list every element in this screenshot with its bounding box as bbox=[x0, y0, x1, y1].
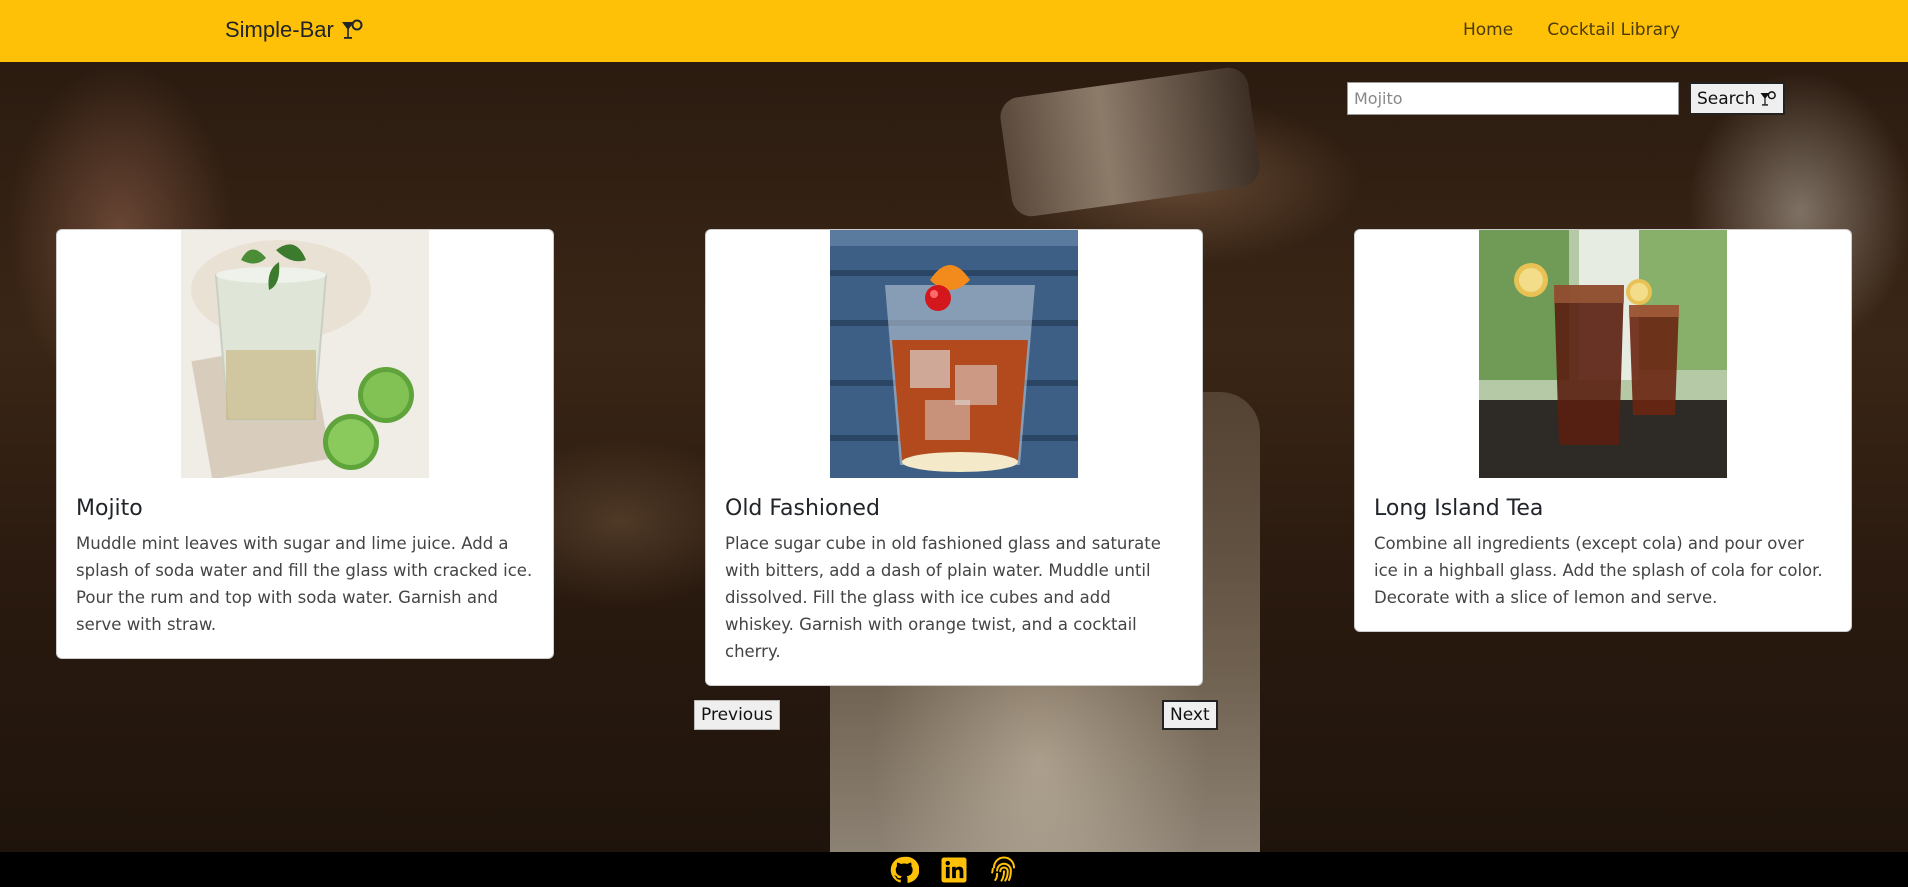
cocktail-icon bbox=[1760, 90, 1777, 106]
old-fashioned-photo bbox=[830, 230, 1078, 478]
card-text: Combine all ingredients (except cola) an… bbox=[1374, 534, 1823, 607]
long-island-tea-photo bbox=[1479, 230, 1727, 478]
linkedin-icon[interactable] bbox=[939, 855, 969, 885]
search-button[interactable]: Search bbox=[1689, 82, 1786, 115]
previous-button[interactable]: Previous bbox=[694, 700, 780, 730]
cocktail-card: Long Island Tea Combine all ingredients … bbox=[1354, 229, 1852, 632]
brand-link[interactable]: Simple-Bar bbox=[225, 17, 364, 43]
card-text: Muddle mint leaves with sugar and lime j… bbox=[76, 534, 533, 634]
brand-name: Simple-Bar bbox=[225, 17, 334, 42]
card-title: Mojito bbox=[76, 496, 143, 521]
mojito-photo bbox=[181, 230, 429, 478]
card-title: Old Fashioned bbox=[725, 496, 880, 521]
cocktail-card: Old Fashioned Place sugar cube in old fa… bbox=[705, 229, 1203, 686]
fingerprint-icon[interactable] bbox=[989, 855, 1019, 885]
github-icon[interactable] bbox=[889, 855, 919, 885]
card-title: Long Island Tea bbox=[1374, 496, 1544, 521]
background-jigger bbox=[997, 65, 1263, 219]
card-text: Place sugar cube in old fashioned glass … bbox=[725, 534, 1161, 661]
search-input[interactable] bbox=[1347, 82, 1679, 115]
search-bar: Search bbox=[1347, 82, 1786, 115]
cocktail-card: Mojito Muddle mint leaves with sugar and… bbox=[56, 229, 554, 659]
nav-link-cocktail-library[interactable]: Cocktail Library bbox=[1547, 20, 1680, 40]
nav-link-home[interactable]: Home bbox=[1463, 20, 1513, 40]
nav-links: Home Cocktail Library bbox=[1463, 20, 1680, 40]
navbar: Simple-Bar Home Cocktail Library bbox=[0, 0, 1908, 62]
cocktail-icon bbox=[341, 19, 363, 39]
footer bbox=[0, 852, 1908, 887]
next-button[interactable]: Next bbox=[1162, 700, 1218, 730]
search-button-label: Search bbox=[1697, 88, 1756, 109]
